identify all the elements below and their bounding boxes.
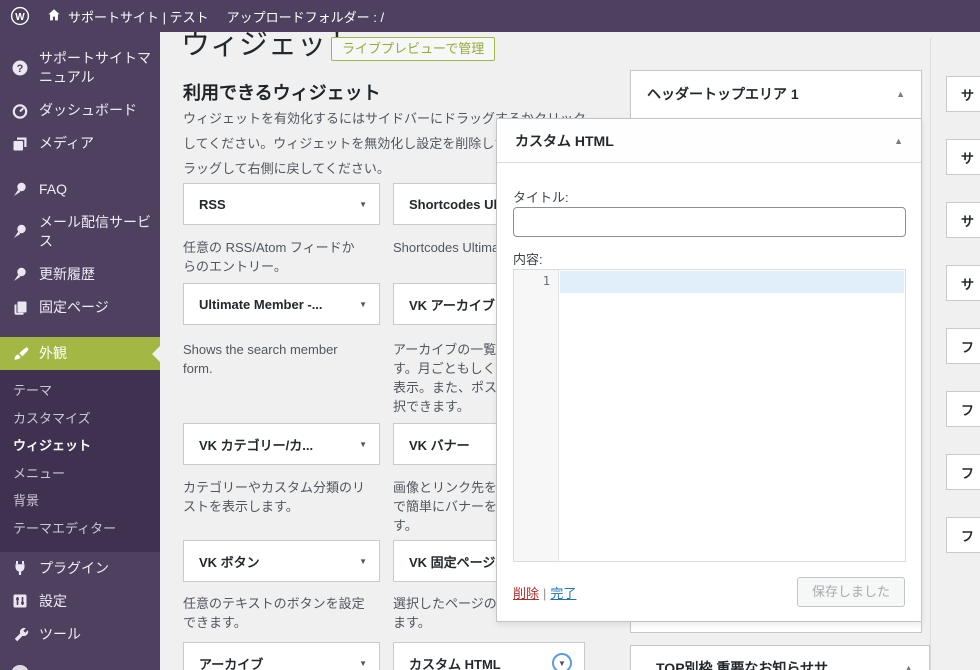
line-number: 1: [542, 274, 550, 288]
column-divider: [930, 38, 931, 670]
submenu-item-widgets[interactable]: ウィジェット: [0, 432, 160, 460]
main-content: ウィジェット ライブプレビューで管理 利用できるウィジェット ウィジェットを有効…: [160, 29, 980, 670]
top-notice-area-header[interactable]: TOP別枠 重要なお知らせサ ▲: [631, 646, 929, 670]
chevron-up-icon[interactable]: ▲: [894, 136, 903, 146]
widget-area-box[interactable]: フ: [946, 517, 980, 553]
widget-area-box[interactable]: サ: [946, 76, 980, 112]
pages-icon: [11, 299, 29, 317]
help-icon: ?: [11, 59, 29, 77]
appearance-icon: [11, 345, 29, 363]
appearance-submenu: テーマ カスタマイズ ウィジェット メニュー 背景 テーマエディター: [0, 370, 160, 552]
dashboard-icon: [11, 102, 29, 120]
page-title: ウィジェット: [181, 29, 356, 61]
widget-area-box[interactable]: フ: [946, 328, 980, 364]
widget-area-box[interactable]: フ: [946, 454, 980, 490]
menu-separator: [0, 324, 160, 337]
submenu-item-theme-editor[interactable]: テーマエディター: [0, 515, 160, 543]
submenu-item-background[interactable]: 背景: [0, 487, 160, 515]
widget-area-box[interactable]: フ: [946, 391, 980, 427]
menu-separator: [0, 160, 160, 173]
chevron-down-icon[interactable]: ▼: [359, 557, 367, 566]
delete-link[interactable]: 削除: [513, 586, 539, 601]
html-code-editor[interactable]: 1: [513, 269, 906, 562]
content-field-label: 内容:: [513, 252, 543, 267]
wordpress-admin-screen: W サポートサイト | テスト アップロードフォルダー : / ? サポートサイ…: [0, 0, 980, 670]
media-icon: [11, 135, 29, 153]
panel-title: ヘッダートップエリア 1: [647, 86, 799, 102]
admin-bar: W サポートサイト | テスト アップロードフォルダー : /: [0, 0, 980, 32]
done-link[interactable]: 完了: [550, 586, 576, 601]
svg-text:W: W: [15, 12, 25, 23]
chevron-down-icon[interactable]: ▼: [359, 440, 367, 449]
site-name-menu[interactable]: サポートサイト | テスト: [46, 7, 209, 26]
widget-area-box[interactable]: サ: [946, 139, 980, 175]
tools-icon: [11, 625, 29, 643]
saved-button[interactable]: 保存しました: [796, 577, 905, 607]
sidebar-item-dashboard[interactable]: ダッシュボード: [0, 94, 160, 127]
chevron-up-icon[interactable]: ▲: [904, 663, 913, 670]
submenu-item-themes[interactable]: テーマ: [0, 377, 160, 405]
chevron-down-icon[interactable]: ▼: [359, 300, 367, 309]
widget-description: 任意の RSS/Atom フィードか らのエントリー。: [183, 240, 355, 274]
sidebar-item-tools[interactable]: ツール: [0, 618, 160, 651]
current-menu-arrow: [152, 345, 160, 362]
svg-text:?: ?: [17, 63, 24, 75]
live-preview-button[interactable]: ライブプレビューで管理: [331, 37, 496, 61]
sidebar-item-support-manual[interactable]: ? サポートサイトマニュアル: [0, 42, 160, 94]
widget-description: Shortcodes Ultimate: [393, 240, 511, 255]
chevron-down-icon[interactable]: ▼: [359, 200, 367, 209]
title-field-label: タイトル:: [513, 190, 569, 205]
widget-description: 任意のテキストのボタンを設定 できます。: [183, 596, 365, 630]
panel-title: TOP別枠 重要なお知らせサ: [656, 660, 829, 670]
widget-form-title: カスタム HTML: [515, 132, 614, 149]
title-input[interactable]: [513, 207, 906, 237]
submenu-item-menus[interactable]: メニュー: [0, 460, 160, 488]
custom-html-widget-form: カスタム HTML ▲ タイトル: 内容: 1 削除 | 完了 保存しました: [496, 118, 922, 622]
chevron-down-icon-focused[interactable]: ▼: [552, 653, 572, 670]
widget-card-vk-button[interactable]: VK ボタン ▼: [183, 540, 380, 582]
widget-card-rss[interactable]: RSS ▼: [183, 183, 380, 225]
upload-folder-menu[interactable]: アップロードフォルダー : /: [227, 7, 384, 26]
widget-card-archives[interactable]: アーカイブ ▼: [183, 642, 380, 670]
pin-icon: [11, 223, 29, 241]
pin-icon: [11, 181, 29, 199]
widget-description: カテゴリーやカスタム分類のリ ストを表示します。: [183, 480, 366, 514]
top-notice-area-panel: TOP別枠 重要なお知らせサ ▲: [630, 645, 930, 670]
home-icon: [46, 7, 62, 26]
sidebar-item-mail-service[interactable]: メール配信サービス: [0, 206, 160, 258]
sidebar-item-media[interactable]: メディア: [0, 127, 160, 160]
sidebar-item-plugins[interactable]: プラグイン: [0, 552, 160, 585]
plugin-icon: [11, 559, 29, 577]
settings-icon: [11, 592, 29, 610]
chevron-up-icon[interactable]: ▲: [896, 89, 905, 99]
sidebar-item-pages[interactable]: 固定ページ: [0, 291, 160, 324]
site-title: サポートサイト | テスト: [68, 9, 209, 25]
sidebar-item-settings[interactable]: 設定: [0, 585, 160, 618]
widget-area-box[interactable]: サ: [946, 202, 980, 238]
partial-menu-icon: [11, 664, 29, 670]
header-top-area-header[interactable]: ヘッダートップエリア 1 ▲: [631, 71, 921, 117]
wordpress-logo-icon[interactable]: W: [10, 6, 30, 26]
admin-sidebar: ? サポートサイトマニュアル ダッシュボード メディア FAQ メール配信サービ…: [0, 32, 160, 670]
sidebar-item-appearance[interactable]: 外観: [0, 337, 160, 370]
widget-card-ultimate-member[interactable]: Ultimate Member -... ▼: [183, 283, 380, 325]
submenu-item-customize[interactable]: カスタマイズ: [0, 405, 160, 433]
sidebar-item-update-history[interactable]: 更新履歴: [0, 258, 160, 291]
widget-area-box[interactable]: サ: [946, 265, 980, 301]
chevron-down-icon[interactable]: ▼: [359, 659, 367, 668]
widget-card-vk-category[interactable]: VK カテゴリー/カ... ▼: [183, 423, 380, 465]
widget-card-custom-html[interactable]: カスタム HTML ▼: [393, 642, 585, 670]
available-widgets-heading: 利用できるウィジェット: [183, 83, 381, 103]
pin-icon: [11, 266, 29, 284]
sidebar-item-faq[interactable]: FAQ: [0, 173, 160, 206]
widget-form-header[interactable]: カスタム HTML ▲: [497, 119, 921, 163]
widget-description: Shows the search member form.: [183, 342, 338, 376]
editor-gutter: 1: [514, 270, 559, 561]
editor-active-line: [560, 271, 904, 293]
